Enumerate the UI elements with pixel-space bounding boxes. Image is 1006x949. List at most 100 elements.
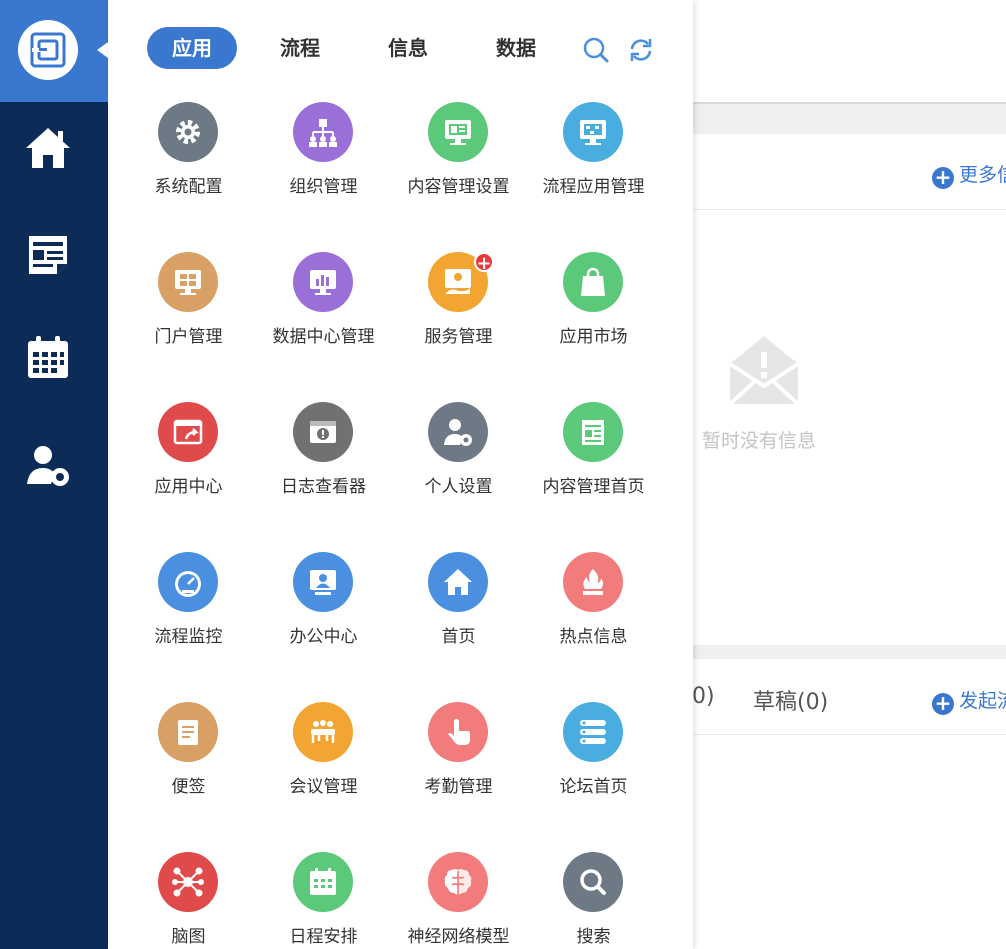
- app-logo: [18, 20, 78, 80]
- app-item[interactable]: 数据中心管理: [256, 252, 391, 372]
- app-item[interactable]: 内容管理设置: [391, 102, 526, 222]
- plus-circle-icon: +: [932, 693, 954, 715]
- app-icon-circle: [428, 852, 488, 912]
- app-label: 数据中心管理: [272, 327, 375, 347]
- app-item[interactable]: 会议管理: [256, 702, 391, 822]
- app-item[interactable]: 论坛首页: [526, 702, 661, 822]
- tab-drafts[interactable]: 草稿(0): [753, 684, 828, 716]
- gear-icon: [176, 120, 200, 144]
- app-item[interactable]: 办公中心: [256, 552, 391, 672]
- app-item[interactable]: 组织管理: [256, 102, 391, 222]
- app-item[interactable]: 应用市场: [526, 252, 661, 372]
- app-label: 日志查看器: [281, 477, 366, 497]
- app-icon-circle: [563, 402, 623, 462]
- app-item[interactable]: 流程监控: [121, 552, 256, 672]
- app-icon-circle: [158, 552, 218, 612]
- app-item[interactable]: 日程安排: [256, 852, 391, 949]
- app-item[interactable]: 门户管理: [121, 252, 256, 372]
- app-item[interactable]: 考勤管理: [391, 702, 526, 822]
- app-item[interactable]: 神经网络模型: [391, 852, 526, 949]
- search-icon: [580, 869, 606, 895]
- logo-area[interactable]: [0, 0, 108, 102]
- calendar-icon: [310, 868, 336, 895]
- user-gear-icon: [444, 419, 472, 446]
- app-item[interactable]: 搜索: [526, 852, 661, 949]
- app-label: 热点信息: [559, 627, 628, 647]
- app-item[interactable]: 热点信息: [526, 552, 661, 672]
- log-icon: [310, 421, 336, 443]
- user-settings-icon[interactable]: [24, 442, 72, 490]
- tab-apps[interactable]: 应用: [147, 27, 237, 69]
- touch-icon: [448, 719, 470, 745]
- app-window-icon: [173, 419, 203, 445]
- app-label: 考勤管理: [424, 777, 493, 797]
- app-icon-circle: [563, 552, 623, 612]
- app-label: 应用市场: [559, 327, 628, 347]
- tab-process[interactable]: 流程: [255, 27, 345, 69]
- refresh-icon[interactable]: [627, 36, 655, 64]
- app-label: 搜索: [576, 927, 611, 947]
- app-item[interactable]: + 服务管理: [391, 252, 526, 372]
- app-item[interactable]: 首页: [391, 552, 526, 672]
- portal-icon: [175, 270, 201, 295]
- app-item[interactable]: 内容管理首页: [526, 402, 661, 522]
- app-label: 流程应用管理: [542, 177, 645, 197]
- left-rail: [0, 0, 108, 949]
- app-label: 个人设置: [424, 477, 493, 497]
- app-label: 系统配置: [154, 177, 223, 197]
- app-item[interactable]: 脑图: [121, 852, 256, 949]
- plus-circle-icon: +: [932, 167, 954, 189]
- meeting-icon: [311, 720, 335, 743]
- shopping-bag-icon: [581, 267, 605, 296]
- more-link[interactable]: +更多信: [932, 160, 1006, 189]
- app-label: 门户管理: [154, 327, 223, 347]
- empty-state-text: 暂时没有信息: [702, 430, 817, 452]
- flow-monitor-icon: [580, 120, 606, 145]
- app-label: 日程安排: [289, 927, 358, 947]
- news-icon[interactable]: [24, 230, 72, 278]
- app-label: 服务管理: [424, 327, 493, 347]
- app-icon-circle: [563, 252, 623, 312]
- chart-monitor-icon: [310, 270, 336, 295]
- app-icon-circle: [158, 852, 218, 912]
- app-item[interactable]: 应用中心: [121, 402, 256, 522]
- app-icon-circle: [563, 102, 623, 162]
- start-flow-link[interactable]: +发起流: [932, 686, 1006, 715]
- app-icon-circle: [293, 402, 353, 462]
- app-icon-circle: [158, 102, 218, 162]
- fire-icon: [583, 569, 603, 595]
- start-flow-label: 发起流: [959, 690, 1006, 712]
- app-item[interactable]: 流程应用管理: [526, 102, 661, 222]
- app-icon-circle: [428, 702, 488, 762]
- app-icon-circle: [428, 552, 488, 612]
- app-item[interactable]: 便签: [121, 702, 256, 822]
- brain-icon: [444, 869, 472, 895]
- tab-data[interactable]: 数据: [471, 27, 561, 69]
- home-icon[interactable]: [24, 124, 72, 172]
- app-label: 应用中心: [154, 477, 223, 497]
- monitor-icon: [445, 120, 471, 145]
- calendar-rail-icon[interactable]: [24, 334, 72, 382]
- app-icon-circle: [293, 702, 353, 762]
- new-badge: +: [474, 252, 494, 273]
- app-item[interactable]: 日志查看器: [256, 402, 391, 522]
- tab-info[interactable]: 信息: [363, 27, 453, 69]
- org-icon: [309, 119, 337, 147]
- notepad-icon: [582, 420, 604, 445]
- app-label: 便签: [171, 777, 206, 797]
- app-item[interactable]: 系统配置: [121, 102, 256, 222]
- gauge-icon: [175, 571, 201, 597]
- app-icon-circle: [293, 852, 353, 912]
- office-icon: [310, 570, 336, 595]
- section-divider: [693, 104, 1006, 134]
- app-icon-circle: [428, 102, 488, 162]
- tab-partial[interactable]: 0): [692, 684, 715, 709]
- more-link-label: 更多信: [959, 164, 1006, 186]
- memo-icon: [178, 720, 198, 745]
- section-line-2: [693, 734, 1006, 735]
- app-icon-circle: [293, 252, 353, 312]
- search-icon[interactable]: [582, 36, 610, 64]
- app-icon-circle: [563, 702, 623, 762]
- app-item[interactable]: 个人设置: [391, 402, 526, 522]
- section-line: [693, 209, 1006, 210]
